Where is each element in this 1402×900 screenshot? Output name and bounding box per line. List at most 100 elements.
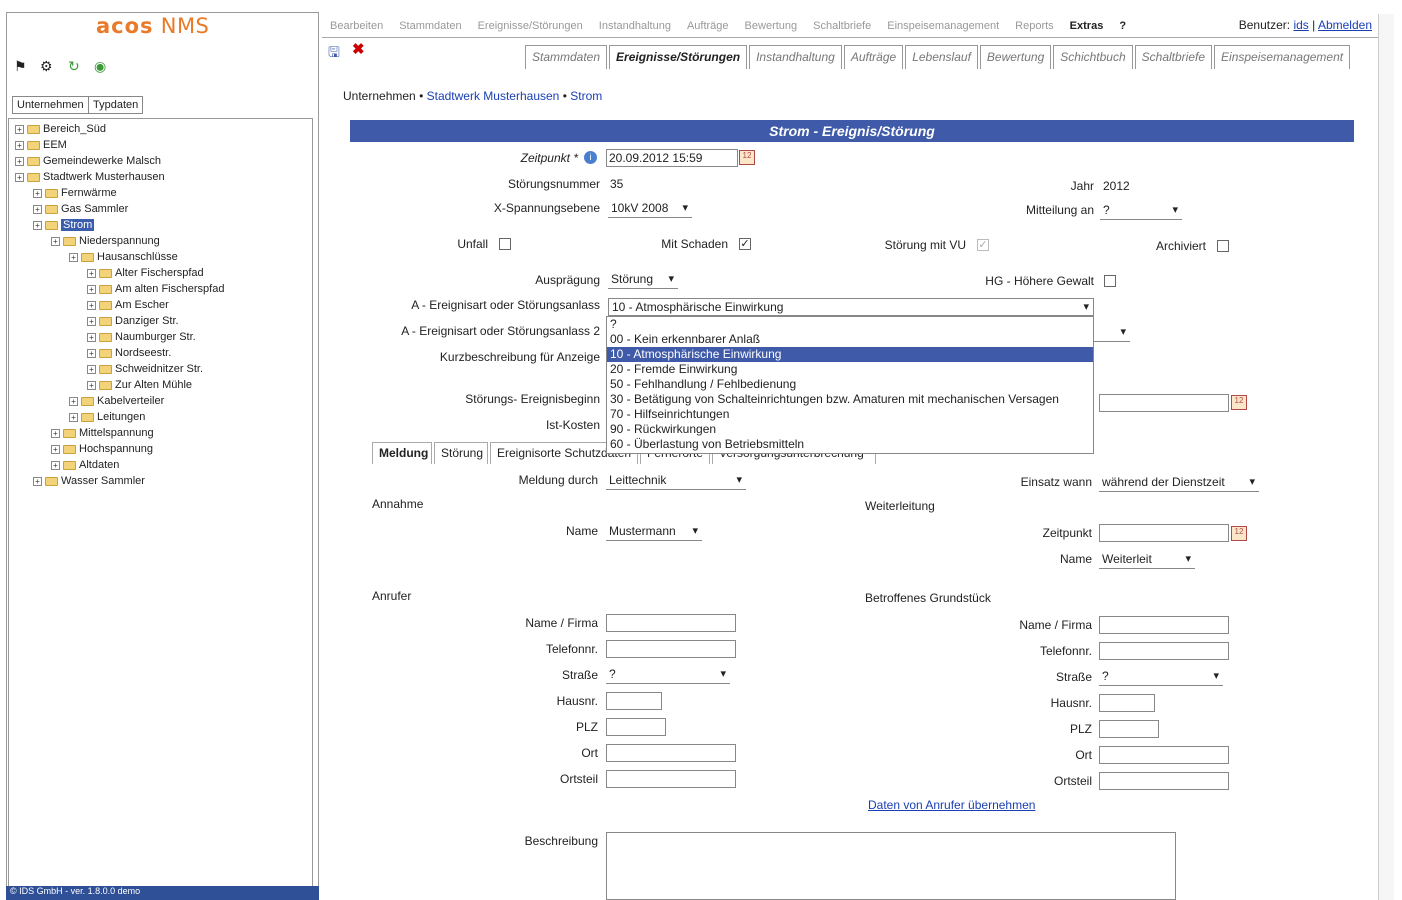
- expand-icon[interactable]: +: [51, 444, 60, 454]
- auspraegung-select[interactable]: Störung: [608, 271, 678, 289]
- expand-icon[interactable]: +: [33, 220, 42, 230]
- dropdown-option[interactable]: 70 - Hilfseinrichtungen: [607, 407, 1093, 422]
- calendar-icon[interactable]: 12: [739, 150, 755, 165]
- expand-icon[interactable]: +: [33, 188, 42, 198]
- daten-uebernehmen-link[interactable]: Daten von Anrufer übernehmen: [868, 798, 1035, 812]
- tree-node[interactable]: + Am Escher: [87, 299, 169, 311]
- mitteilung-select[interactable]: ?: [1100, 202, 1182, 220]
- einsatz-select[interactable]: während der Dienstzeit: [1099, 474, 1259, 492]
- anrufer-field-input[interactable]: [606, 640, 736, 658]
- tree-node[interactable]: + Am alten Fischerspfad: [87, 283, 224, 295]
- expand-icon[interactable]: +: [87, 316, 96, 326]
- tree-node[interactable]: + Mittelspannung: [51, 427, 154, 439]
- grundstueck-field-input[interactable]: [1099, 772, 1229, 790]
- expand-icon[interactable]: +: [15, 172, 24, 182]
- expand-icon[interactable]: +: [87, 380, 96, 390]
- tab-unternehmen[interactable]: Unternehmen: [12, 96, 89, 114]
- expand-icon[interactable]: +: [87, 332, 96, 342]
- tree-node[interactable]: + Strom: [33, 219, 95, 231]
- tree-node[interactable]: + Fernwärme: [33, 187, 117, 199]
- meldung-durch-select[interactable]: Leittechnik: [606, 472, 746, 490]
- menu-item[interactable]: Schaltbriefe: [813, 20, 871, 32]
- tab-main[interactable]: Bewertung: [979, 45, 1052, 69]
- tree-node[interactable]: + Bereich_Süd: [15, 123, 106, 135]
- menu-item[interactable]: Einspeisemanagement: [887, 20, 999, 32]
- hg-checkbox[interactable]: [1104, 275, 1116, 287]
- archiviert-checkbox[interactable]: [1217, 240, 1229, 252]
- menu-item[interactable]: Aufträge: [687, 20, 729, 32]
- refresh-icon[interactable]: ↻: [68, 58, 80, 75]
- expand-icon[interactable]: +: [87, 348, 96, 358]
- zeitpunkt-input[interactable]: 20.09.2012 15:59: [606, 149, 738, 167]
- user-link[interactable]: ids: [1293, 18, 1308, 32]
- tab-main[interactable]: Einspeisemanagement: [1214, 45, 1351, 69]
- menu-item[interactable]: Stammdaten: [399, 20, 461, 32]
- anrufer-field-input[interactable]: [606, 744, 736, 762]
- dropdown-option[interactable]: 50 - Fehlhandlung / Fehlbedienung: [607, 377, 1093, 392]
- tab-main[interactable]: Ereignisse/Störungen: [609, 45, 748, 69]
- tree-node[interactable]: + EEM: [15, 139, 67, 151]
- annahme-name-select[interactable]: Mustermann: [606, 523, 702, 541]
- grundstueck-field-input[interactable]: [1099, 720, 1159, 738]
- menu-item[interactable]: Bewertung: [745, 20, 798, 32]
- expand-icon[interactable]: +: [69, 396, 78, 406]
- info-icon[interactable]: i: [584, 151, 597, 164]
- anrufer-field-input[interactable]: ?: [606, 666, 730, 684]
- tree-edit-icon[interactable]: ⚙: [40, 58, 53, 75]
- menu-item[interactable]: Reports: [1015, 20, 1054, 32]
- globe-icon[interactable]: ◉: [94, 58, 106, 75]
- dropdown-option[interactable]: 30 - Betätigung von Schalteinrichtungen …: [607, 392, 1093, 407]
- tab-main[interactable]: Stammdaten: [525, 45, 608, 69]
- expand-icon[interactable]: +: [15, 124, 24, 134]
- dropdown-option[interactable]: 00 - Kein erkennbarer Anlaß: [607, 332, 1093, 347]
- beginn-calendar-icon[interactable]: 12: [1231, 395, 1247, 410]
- expand-icon[interactable]: +: [87, 268, 96, 278]
- tree-node[interactable]: + Leitungen: [69, 411, 145, 423]
- expand-icon[interactable]: +: [15, 140, 24, 150]
- tree-node[interactable]: + Wasser Sammler: [33, 475, 145, 487]
- tab-sub[interactable]: Störung: [434, 442, 488, 464]
- breadcrumb-area[interactable]: Strom: [570, 89, 602, 103]
- dropdown-option[interactable]: 60 - Überlastung von Betriebsmitteln: [607, 437, 1093, 452]
- expand-icon[interactable]: +: [69, 252, 78, 262]
- weiterleitung-calendar-icon[interactable]: 12: [1231, 526, 1247, 541]
- expand-icon[interactable]: +: [51, 428, 60, 438]
- menu-item[interactable]: Instandhaltung: [599, 20, 671, 32]
- ereignisart2-select[interactable]: [1094, 324, 1130, 342]
- expand-icon[interactable]: +: [87, 284, 96, 294]
- logout-link[interactable]: Abmelden: [1318, 18, 1372, 32]
- tree-node[interactable]: + Naumburger Str.: [87, 331, 196, 343]
- beginn-input[interactable]: [1099, 394, 1229, 412]
- menu-item[interactable]: Extras: [1070, 20, 1104, 32]
- tree-node[interactable]: + Hausanschlüsse: [69, 251, 178, 263]
- expand-icon[interactable]: +: [69, 412, 78, 422]
- tree-add-icon[interactable]: ⚑: [14, 58, 27, 75]
- grundstueck-field-input[interactable]: [1099, 642, 1229, 660]
- dropdown-option[interactable]: ?: [607, 317, 1093, 332]
- expand-icon[interactable]: +: [51, 236, 60, 246]
- save-icon[interactable]: 🖫: [328, 42, 340, 66]
- tab-main[interactable]: Aufträge: [843, 45, 904, 69]
- tab-main[interactable]: Instandhaltung: [749, 45, 842, 69]
- menu-item[interactable]: ?: [1119, 20, 1126, 32]
- tree-node[interactable]: + Hochspannung: [51, 443, 153, 455]
- expand-icon[interactable]: +: [33, 204, 42, 214]
- tab-main[interactable]: Schaltbriefe: [1134, 45, 1213, 69]
- spannung-select[interactable]: 10kV 2008: [608, 200, 692, 218]
- dropdown-option[interactable]: 20 - Fremde Einwirkung: [607, 362, 1093, 377]
- schaden-checkbox[interactable]: ✓: [739, 238, 751, 250]
- tree-node[interactable]: + Gas Sammler: [33, 203, 128, 215]
- breadcrumb-company[interactable]: Stadtwerk Musterhausen: [427, 89, 560, 103]
- tree-node[interactable]: + Nordseestr.: [87, 347, 171, 359]
- tree-node[interactable]: + Niederspannung: [51, 235, 160, 247]
- dropdown-option[interactable]: 10 - Atmosphärische Einwirkung: [607, 347, 1093, 362]
- expand-icon[interactable]: +: [51, 460, 60, 470]
- tab-typdaten[interactable]: Typdaten: [88, 96, 144, 114]
- menu-item[interactable]: Bearbeiten: [330, 20, 383, 32]
- anrufer-field-input[interactable]: [606, 692, 662, 710]
- tree-node[interactable]: + Schweidnitzer Str.: [87, 363, 203, 375]
- anrufer-field-input[interactable]: [606, 770, 736, 788]
- tree-node[interactable]: + Alter Fischerspfad: [87, 267, 204, 279]
- delete-icon[interactable]: ✖: [352, 40, 365, 58]
- tree-node[interactable]: + Altdaten: [51, 459, 119, 471]
